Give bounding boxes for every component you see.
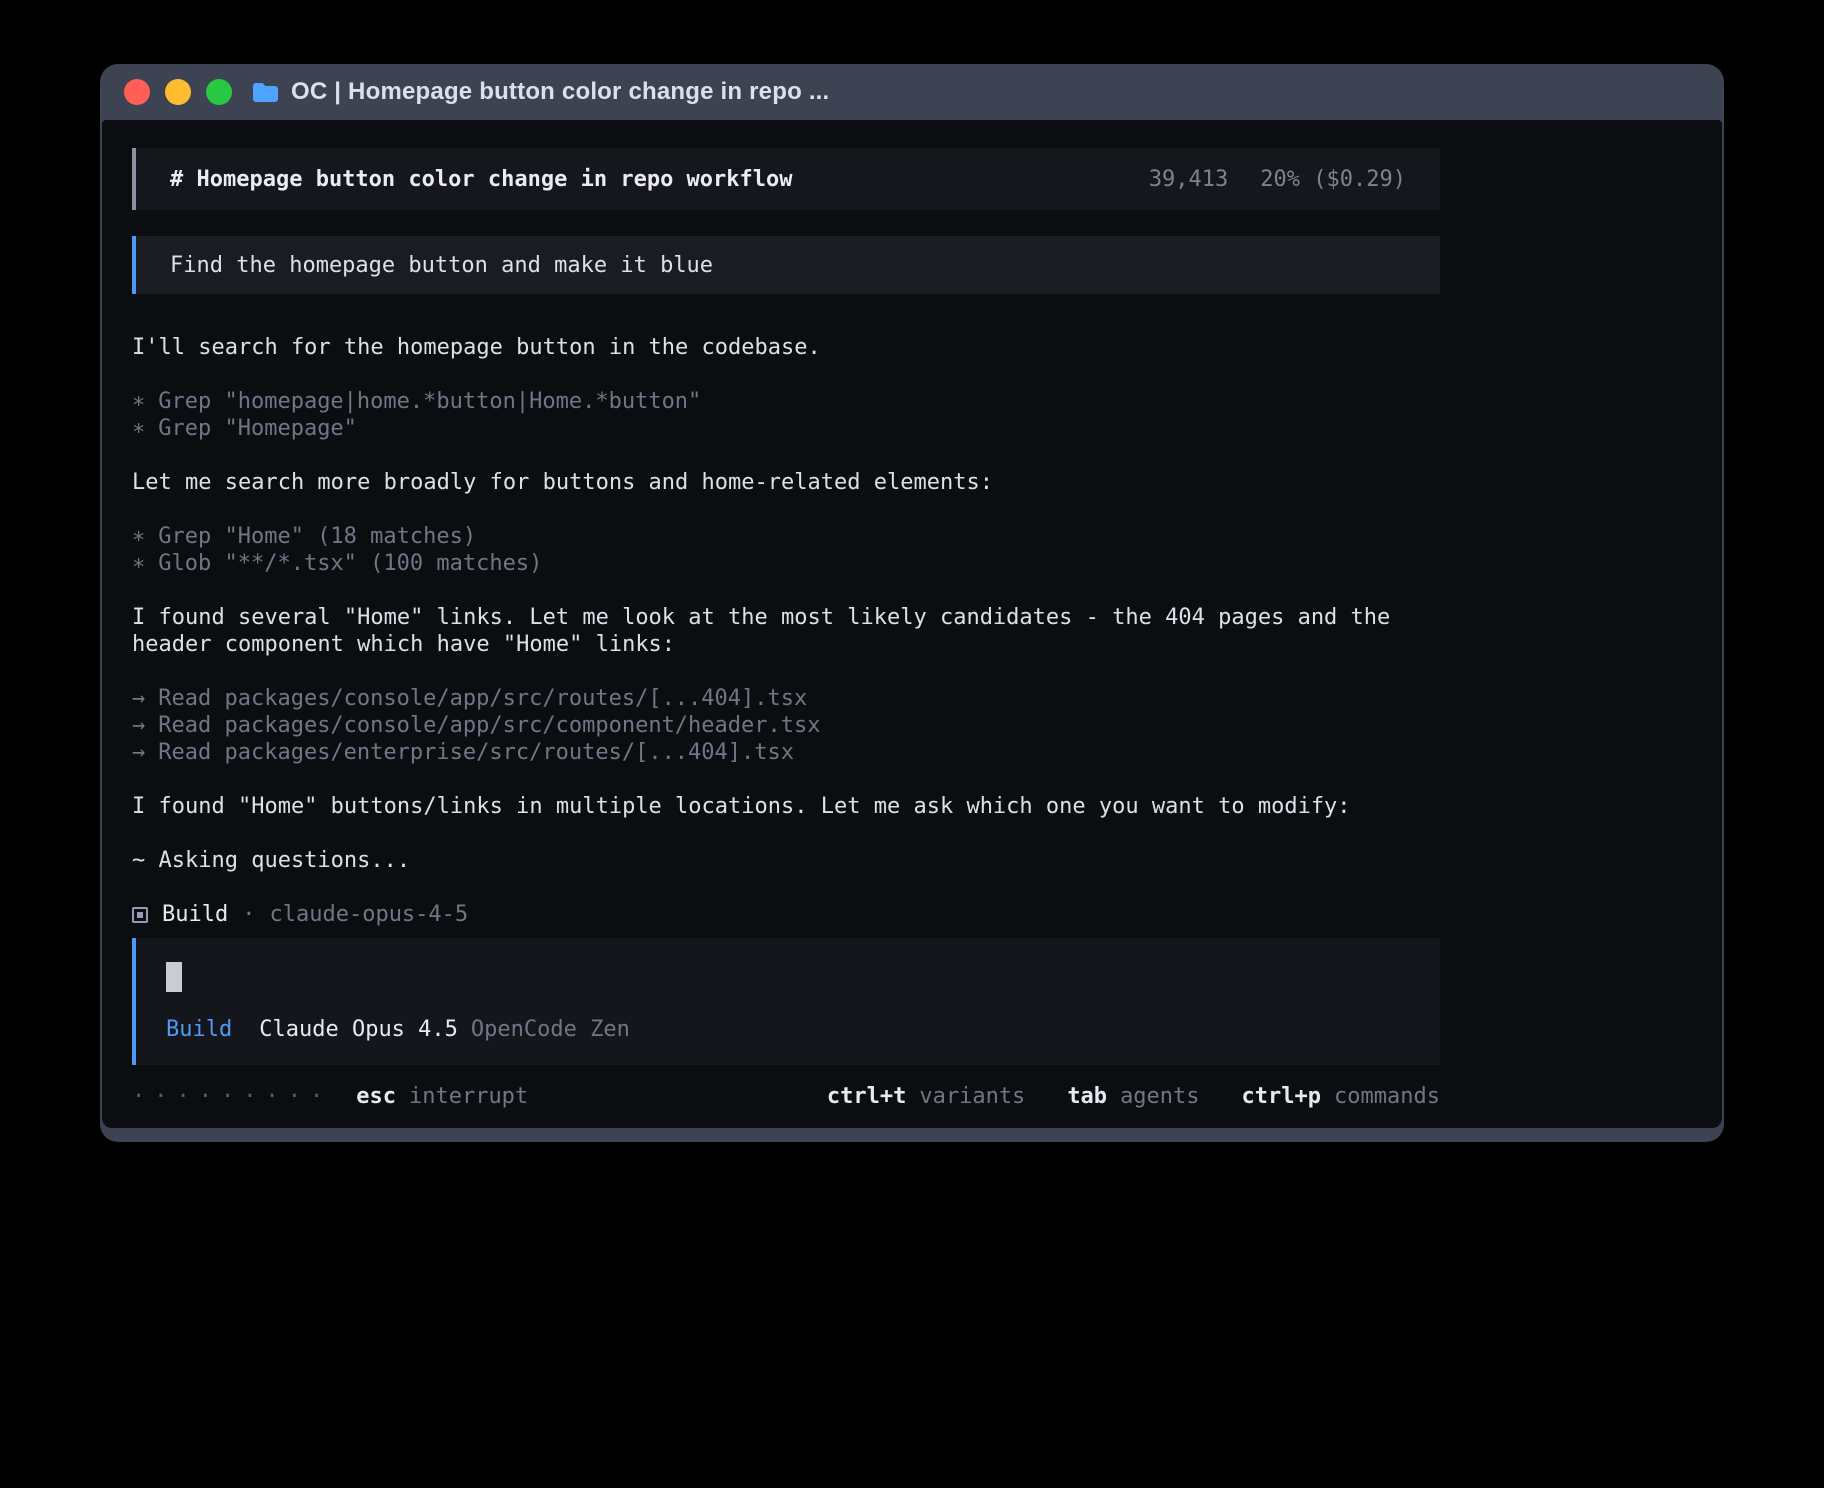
shortcut-label: variants <box>919 1083 1025 1110</box>
tool-call-text: Read packages/console/app/src/component/… <box>158 712 820 739</box>
status-bar: ········· esc interrupt ctrl+t variants … <box>132 1083 1440 1110</box>
assistant-message: I found "Home" buttons/links in multiple… <box>132 793 1440 820</box>
shortcut-key: ctrl+t <box>827 1083 906 1110</box>
traffic-lights <box>124 79 232 105</box>
terminal-window: OC | Homepage button color change in rep… <box>100 64 1724 1142</box>
assistant-message: Let me search more broadly for buttons a… <box>132 469 1440 496</box>
user-message-text: Find the homepage button and make it blu… <box>170 252 713 279</box>
input-agent-label: Build <box>166 1016 232 1043</box>
minimize-button[interactable] <box>165 79 191 105</box>
shortcut-interrupt: esc interrupt <box>356 1083 528 1110</box>
session-header: # Homepage button color change in repo w… <box>132 148 1440 210</box>
assistant-text: I found several "Home" links. Let me loo… <box>132 604 1440 658</box>
tool-call: ∗ Grep "Home" (18 matches) <box>132 523 1440 550</box>
session-stats: 39,413 20% ($0.29) <box>1149 166 1406 193</box>
text-cursor-icon <box>166 962 182 992</box>
tool-call-group: ∗ Grep "Home" (18 matches) ∗ Glob "**/*.… <box>132 523 1440 577</box>
assistant-text: Let me search more broadly for buttons a… <box>132 469 1440 496</box>
token-count: 39,413 <box>1149 166 1228 193</box>
tool-bullet-icon: ∗ <box>132 523 145 550</box>
shortcut-key: ctrl+p <box>1242 1083 1321 1110</box>
agent-icon <box>132 907 148 923</box>
tool-bullet-icon: ∗ <box>132 415 145 442</box>
zoom-button[interactable] <box>206 79 232 105</box>
assistant-message: I'll search for the homepage button in t… <box>132 334 1440 361</box>
close-button[interactable] <box>124 79 150 105</box>
tool-call: ∗ Glob "**/*.tsx" (100 matches) <box>132 550 1440 577</box>
spinner-dots-icon: ········· <box>132 1083 332 1110</box>
prompt-input[interactable]: Build Claude Opus 4.5 OpenCode Zen <box>132 938 1440 1065</box>
activity-status: ~ Asking questions... <box>132 847 1440 874</box>
tool-call-text: Read packages/console/app/src/routes/[..… <box>158 685 807 712</box>
tool-call: ∗ Grep "homepage|home.*button|Home.*butt… <box>132 388 1440 415</box>
tool-call: → Read packages/console/app/src/componen… <box>132 712 1440 739</box>
read-arrow-icon: → <box>132 739 145 766</box>
shortcut-label: agents <box>1120 1083 1199 1110</box>
conversation: I'll search for the homepage button in t… <box>132 334 1440 938</box>
shortcut-commands: ctrl+p commands <box>1242 1083 1440 1110</box>
tool-call-text: Grep "Homepage" <box>158 415 357 442</box>
input-model-label: Claude Opus 4.5 <box>259 1016 458 1043</box>
shortcut-label: commands <box>1334 1083 1440 1110</box>
separator-dot: · <box>242 901 255 928</box>
context-cost: 20% ($0.29) <box>1260 166 1406 193</box>
shortcut-label: interrupt <box>409 1083 528 1110</box>
terminal-content: # Homepage button color change in repo w… <box>102 120 1722 1128</box>
shortcut-key: esc <box>356 1083 396 1110</box>
assistant-text: I'll search for the homepage button in t… <box>132 334 1440 361</box>
read-arrow-icon: → <box>132 712 145 739</box>
session-title: # Homepage button color change in repo w… <box>170 166 793 193</box>
agent-model: claude-opus-4-5 <box>269 901 468 928</box>
read-arrow-icon: → <box>132 685 145 712</box>
tool-bullet-icon: ∗ <box>132 550 145 577</box>
window-titlebar: OC | Homepage button color change in rep… <box>102 64 1722 120</box>
user-message: Find the homepage button and make it blu… <box>132 236 1440 294</box>
activity-status-text: ~ Asking questions... <box>132 847 1440 874</box>
status-bar-right: ctrl+t variants tab agents ctrl+p comman… <box>827 1083 1440 1110</box>
agent-name: Build <box>162 901 228 928</box>
tool-call-group: ∗ Grep "homepage|home.*button|Home.*butt… <box>132 388 1440 442</box>
tool-call-text: Grep "homepage|home.*button|Home.*button… <box>158 388 701 415</box>
folder-icon <box>252 81 279 103</box>
shortcut-key: tab <box>1067 1083 1107 1110</box>
assistant-text: I found "Home" buttons/links in multiple… <box>132 793 1440 820</box>
tool-call: ∗ Grep "Homepage" <box>132 415 1440 442</box>
tool-call-text: Grep "Home" (18 matches) <box>158 523 476 550</box>
tool-call-text: Glob "**/*.tsx" (100 matches) <box>158 550 542 577</box>
tool-call: → Read packages/console/app/src/routes/[… <box>132 685 1440 712</box>
tool-call-text: Read packages/enterprise/src/routes/[...… <box>158 739 794 766</box>
input-provider-label: OpenCode Zen <box>471 1016 630 1043</box>
agent-status-row: Build · claude-opus-4-5 <box>132 901 1440 928</box>
tool-bullet-icon: ∗ <box>132 388 145 415</box>
shortcut-agents: tab agents <box>1067 1083 1199 1110</box>
status-bar-left: ········· esc interrupt <box>132 1083 528 1110</box>
window-title: OC | Homepage button color change in rep… <box>291 78 829 106</box>
input-footer: Build Claude Opus 4.5 OpenCode Zen <box>166 1016 1410 1043</box>
tool-call-group: → Read packages/console/app/src/routes/[… <box>132 685 1440 766</box>
assistant-message: I found several "Home" links. Let me loo… <box>132 604 1440 658</box>
shortcut-variants: ctrl+t variants <box>827 1083 1025 1110</box>
tool-call: → Read packages/enterprise/src/routes/[.… <box>132 739 1440 766</box>
